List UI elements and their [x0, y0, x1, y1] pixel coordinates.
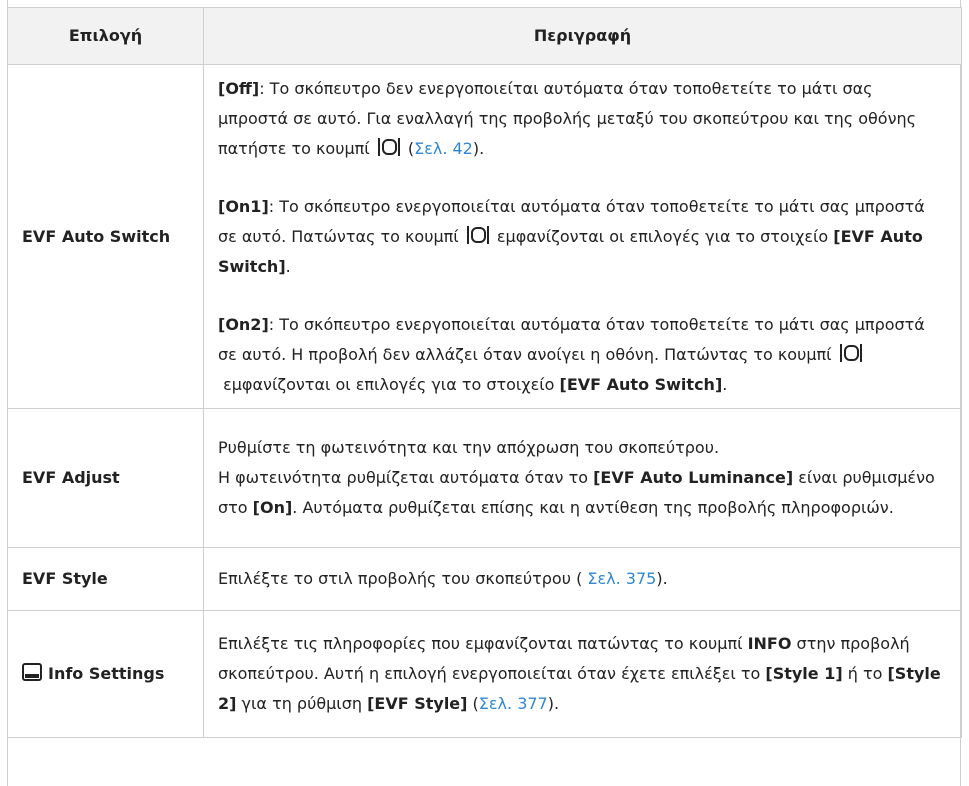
description-info-settings: Επιλέξτε τις πληροφορίες που εμφανίζοντα… — [203, 610, 962, 738]
on1-paragraph: [On1]: Το σκόπευτρο ενεργοποιείται αυτόμ… — [218, 192, 947, 282]
settings-table: Επιλογή Περιγραφή EVF Auto Switch [Off]:… — [7, 7, 962, 738]
info-ref-4: [EVF Style] — [367, 694, 468, 713]
off-text-3: ). — [472, 138, 485, 158]
info-text-3: ή το — [847, 664, 883, 683]
on2-text: : Το σκόπευτρο ενεργοποιείται αυτόματα ό… — [218, 314, 925, 364]
info-settings-label: Info Settings — [48, 664, 165, 683]
info-text-4: για τη ρύθμιση — [241, 694, 362, 713]
info-ref-2: [Style 1] — [765, 664, 843, 683]
option-evf-style: EVF Style — [7, 547, 204, 611]
on2-ref: [EVF Auto Switch] — [559, 374, 723, 394]
adjust-line-1: Ρυθμίστε τη φωτεινότητα και την απόχρωση… — [218, 438, 720, 457]
info-text-5: ( — [467, 694, 479, 713]
on2-text-3: . — [722, 374, 728, 394]
on2-paragraph: [On2]: Το σκόπευτρο ενεργοποιείται αυτόμ… — [218, 310, 947, 400]
info-ref-1: INFO — [747, 634, 792, 653]
description-evf-adjust: Ρυθμίστε τη φωτεινότητα και την απόχρωση… — [203, 408, 962, 548]
on1-key: [On1] — [218, 196, 269, 216]
adjust-text-3: . Αυτόματα ρυθμίζεται επίσης και η αντίθ… — [292, 498, 894, 517]
adjust-ref-1: [EVF Auto Luminance] — [593, 468, 794, 487]
viewfinder-info-icon — [22, 661, 42, 681]
style-text-1: Επιλέξτε το στιλ προβολής του σκοπεύτρου… — [218, 569, 583, 588]
info-text-6: ). — [547, 694, 560, 713]
off-text-2: ( — [402, 138, 415, 158]
adjust-ref-2: [On] — [252, 498, 293, 517]
table-row: EVF Style Επιλέξτε το στιλ προβολής του … — [7, 547, 962, 611]
description-evf-auto-switch: [Off]: Το σκόπευτρο δεν ενεργοποιείται α… — [203, 64, 962, 409]
display-switch-icon — [466, 225, 490, 245]
on1-text-3: . — [285, 256, 291, 276]
table-row: EVF Auto Switch [Off]: Το σκόπευτρο δεν … — [7, 64, 962, 409]
option-info-settings: Info Settings — [7, 610, 204, 738]
header-option: Επιλογή — [7, 7, 204, 65]
on1-text-2: εμφανίζονται οι επιλογές για το στοιχείο — [496, 226, 829, 246]
link-page-42[interactable]: Σελ. 42 — [414, 139, 473, 158]
link-page-377[interactable]: Σελ. 377 — [479, 694, 548, 713]
on2-key: [On2] — [218, 314, 269, 334]
style-text-2: ). — [656, 569, 668, 588]
display-switch-icon — [377, 137, 401, 157]
style-paragraph: Επιλέξτε το στιλ προβολής του σκοπεύτρου… — [218, 564, 947, 594]
off-key: [Off] — [218, 78, 260, 98]
link-page-375[interactable]: Σελ. 375 — [587, 569, 656, 588]
adjust-text-1: Η φωτεινότητα ρυθμίζεται αυτόματα όταν τ… — [218, 468, 588, 487]
on2-text-2: εμφανίζονται οι επιλογές για το στοιχείο — [223, 374, 555, 394]
off-text: : Το σκόπευτρο δεν ενεργοποιείται αυτόμα… — [218, 78, 917, 158]
info-text-1: Επιλέξτε τις πληροφορίες που εμφανίζοντα… — [218, 634, 743, 653]
table-row: Info Settings Επιλέξτε τις πληροφορίες π… — [7, 610, 962, 738]
off-paragraph: [Off]: Το σκόπευτρο δεν ενεργοποιείται α… — [218, 74, 947, 164]
header-description: Περιγραφή — [203, 7, 962, 65]
option-evf-auto-switch: EVF Auto Switch — [7, 64, 204, 409]
info-paragraph: Επιλέξτε τις πληροφορίες που εμφανίζοντα… — [218, 629, 947, 719]
adjust-paragraph: Η φωτεινότητα ρυθμίζεται αυτόματα όταν τ… — [218, 463, 947, 523]
display-switch-icon — [839, 343, 863, 363]
description-evf-style: Επιλέξτε το στιλ προβολής του σκοπεύτρου… — [203, 547, 962, 611]
table-header-row: Επιλογή Περιγραφή — [7, 7, 962, 65]
option-evf-adjust: EVF Adjust — [7, 408, 204, 548]
table-row: EVF Adjust Ρυθμίστε τη φωτεινότητα και τ… — [7, 408, 962, 548]
